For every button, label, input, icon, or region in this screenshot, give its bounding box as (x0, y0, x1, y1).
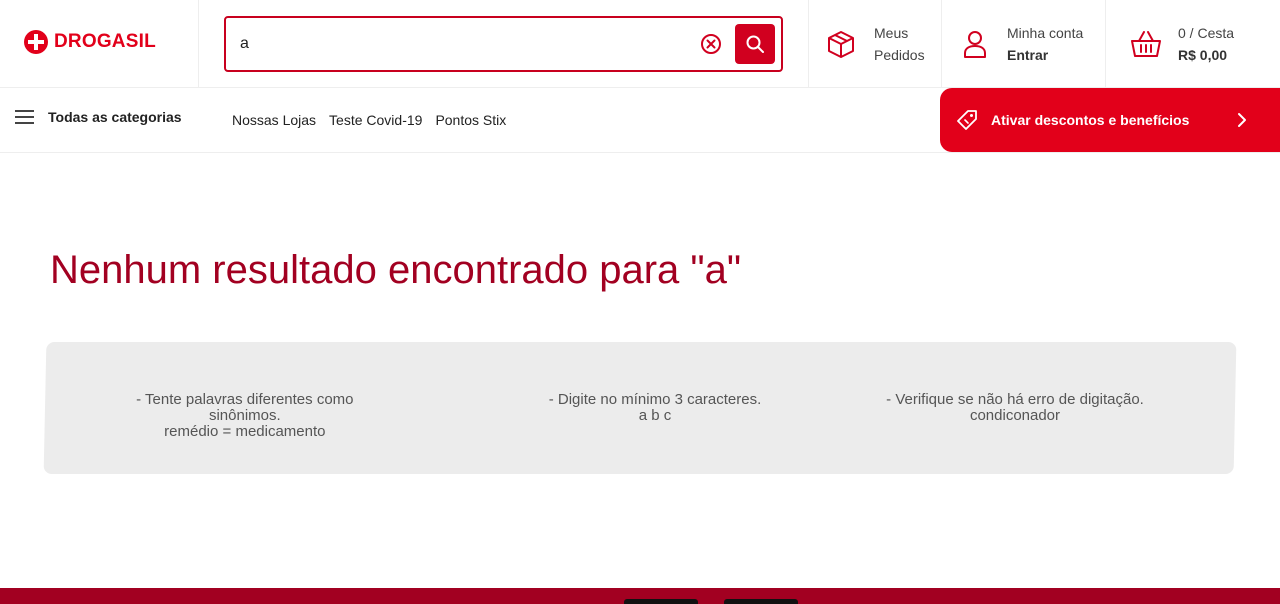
login-label: Entrar (1007, 47, 1049, 63)
box-icon (828, 31, 854, 58)
search-box (224, 16, 783, 72)
cart-link[interactable]: 0 / Cesta R$ 0,00 (1130, 22, 1234, 66)
search-button[interactable] (735, 24, 775, 64)
nav-link-stores[interactable]: Nossas Lojas (232, 112, 316, 128)
divider (941, 0, 942, 88)
tip-line: - Tente palavras diferentes como sinônim… (136, 391, 354, 424)
all-categories-label: Todas as categorias (48, 109, 182, 125)
tip-min-characters: - Digite no mínimo 3 caracteres. a b c (525, 391, 785, 424)
tip-example: a b c (638, 407, 672, 424)
account-link[interactable]: Minha conta Entrar (962, 22, 1083, 66)
tip-synonyms: - Tente palavras diferentes como sinônim… (105, 391, 385, 440)
nav-link-stix[interactable]: Pontos Stix (435, 112, 506, 128)
user-icon (964, 31, 986, 58)
navigation-bar: Todas as categorias Nossas Lojas Teste C… (0, 88, 1280, 153)
no-results-title: Nenhum resultado encontrado para "a" (50, 248, 742, 292)
chevron-right-icon (1236, 112, 1248, 133)
divider (1105, 0, 1106, 88)
divider (808, 0, 809, 88)
tip-example: remédio = medicamento (164, 423, 326, 440)
orders-link[interactable]: Meus Pedidos (826, 22, 925, 66)
drogasil-logo[interactable]: DROGASIL (24, 30, 156, 54)
cart-total: R$ 0,00 (1178, 47, 1228, 63)
nav-links: Nossas Lojas Teste Covid-19 Pontos Stix (232, 112, 506, 128)
tip-typo-check: - Verifique se não há erro de digitação.… (865, 391, 1165, 424)
header: DROGASIL Meus Pedidos Minha conta Entrar… (0, 0, 1280, 88)
basket-icon (1131, 31, 1161, 57)
account-line1: Minha conta (1007, 25, 1084, 41)
orders-line1: Meus (874, 25, 909, 41)
hamburger-icon (15, 110, 34, 124)
tag-icon (956, 109, 978, 136)
search-input[interactable] (240, 32, 680, 56)
search-icon (746, 35, 764, 53)
nav-link-covid-test[interactable]: Teste Covid-19 (329, 112, 422, 128)
promo-label: Ativar descontos e benefícios (991, 112, 1190, 128)
search-tips-panel: - Tente palavras diferentes como sinônim… (43, 342, 1237, 474)
app-store-badge[interactable] (624, 599, 698, 604)
google-play-badge[interactable] (724, 599, 798, 604)
orders-line2: Pedidos (874, 47, 925, 63)
logo-wordmark: DROGASIL (54, 31, 156, 52)
cart-count: 0 / Cesta (1178, 25, 1235, 41)
activate-discounts-button[interactable]: Ativar descontos e benefícios (940, 88, 1280, 152)
tip-line: - Verifique se não há erro de digitação. (886, 391, 1144, 408)
tip-line: - Digite no mínimo 3 caracteres. (548, 391, 762, 408)
all-categories-menu[interactable]: Todas as categorias (15, 109, 182, 125)
clear-search-icon[interactable] (700, 33, 722, 55)
cross-logo-icon (24, 30, 48, 54)
divider (198, 0, 199, 88)
tip-example: condiconador (969, 407, 1061, 424)
